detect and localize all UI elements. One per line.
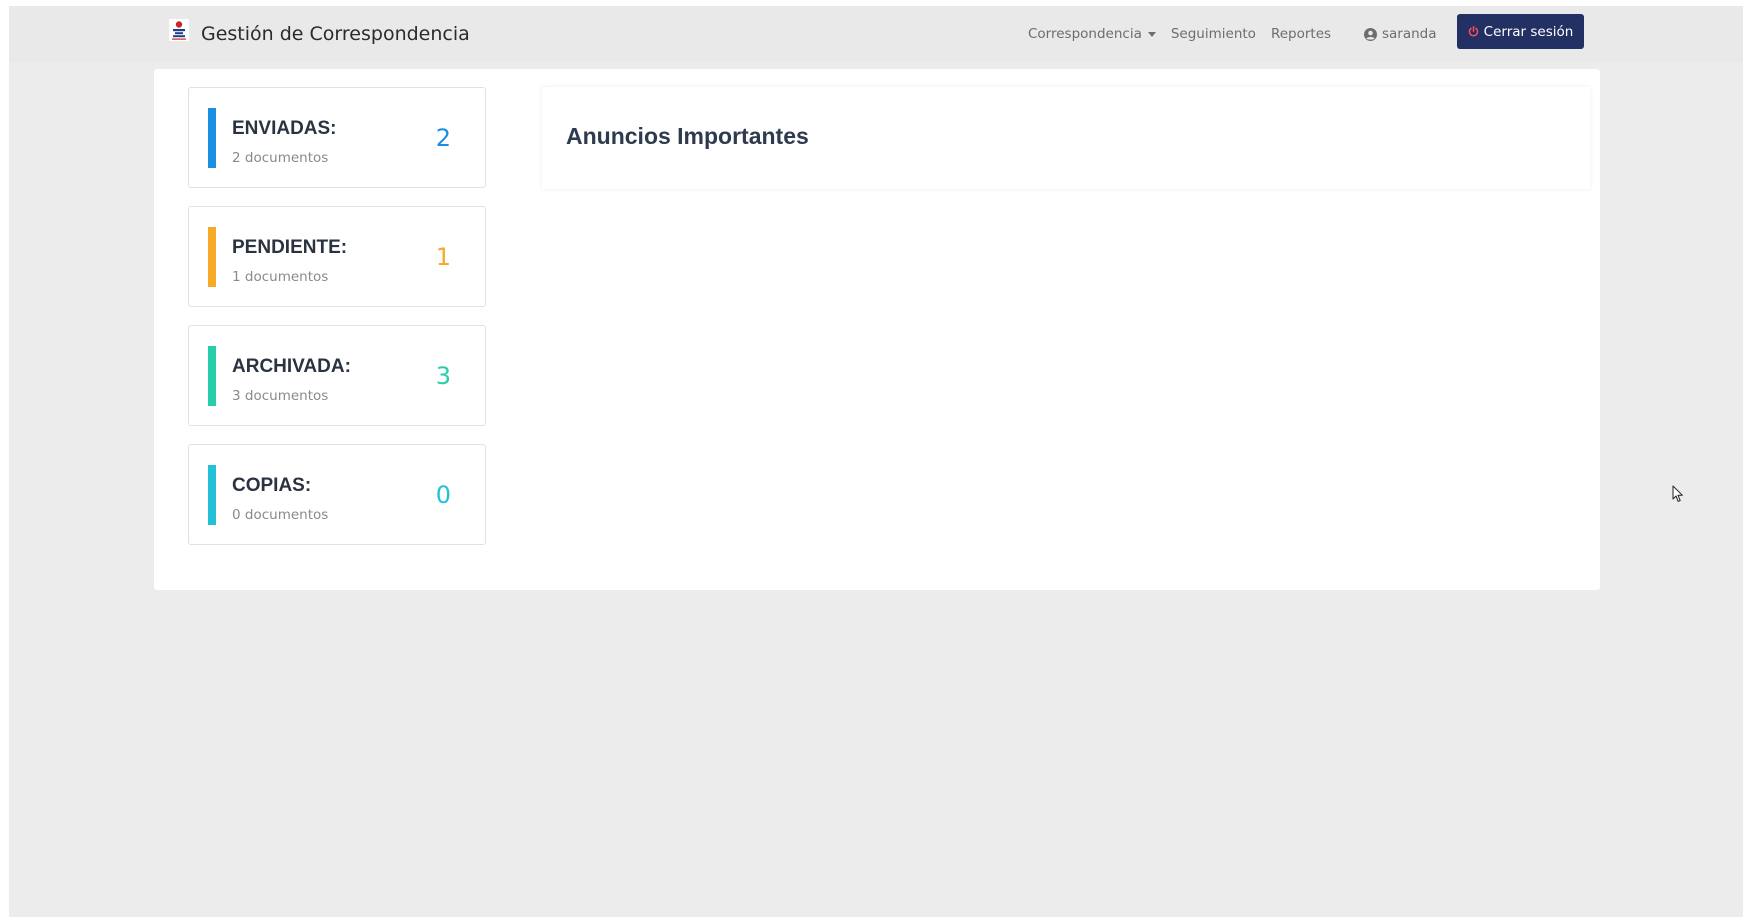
stat-color-bar	[208, 108, 216, 168]
user-name: saranda	[1382, 26, 1437, 42]
navbar: Gestión de Correspondencia Correspondenc…	[9, 6, 1743, 62]
main-card: ENVIADAS: 2 documentos 2 PENDIENTE: 1 do…	[154, 69, 1600, 590]
stat-title: COPIAS:	[232, 475, 312, 496]
user-circle-icon	[1364, 27, 1377, 41]
nav-reportes-link[interactable]: Reportes	[1271, 26, 1331, 42]
stat-subtitle: 0 documentos	[232, 507, 329, 523]
announcements-panel: Anuncios Importantes	[542, 87, 1590, 189]
stat-count: 2	[435, 124, 451, 152]
stat-card-enviadas[interactable]: ENVIADAS: 2 documentos 2	[188, 87, 486, 188]
nav-correspondencia-label: Correspondencia	[1028, 26, 1142, 42]
stat-color-bar	[208, 346, 216, 406]
brand[interactable]: Gestión de Correspondencia	[169, 6, 470, 62]
stat-title: ARCHIVADA:	[232, 356, 351, 377]
brand-title: Gestión de Correspondencia	[201, 23, 470, 45]
stat-color-bar	[208, 465, 216, 525]
nav-correspondencia-dropdown[interactable]: Correspondencia	[1028, 26, 1156, 42]
logo-icon	[169, 19, 189, 41]
stat-subtitle: 3 documentos	[232, 388, 329, 404]
stat-count: 1	[435, 243, 451, 271]
logout-button[interactable]: Cerrar sesión	[1457, 14, 1584, 49]
stat-subtitle: 1 documentos	[232, 269, 329, 285]
chevron-down-icon	[1147, 31, 1156, 37]
nav-seguimiento-link[interactable]: Seguimiento	[1171, 26, 1256, 42]
logout-label: Cerrar sesión	[1483, 23, 1574, 40]
power-icon	[1468, 26, 1478, 37]
app-frame: Gestión de Correspondencia Correspondenc…	[9, 6, 1743, 917]
stat-card-pendiente[interactable]: PENDIENTE: 1 documentos 1	[188, 206, 486, 307]
user-menu[interactable]: saranda	[1364, 6, 1437, 62]
stat-title: ENVIADAS:	[232, 118, 337, 139]
stat-title: PENDIENTE:	[232, 237, 348, 258]
stat-count: 0	[435, 481, 451, 509]
announcements-title: Anuncios Importantes	[566, 123, 809, 149]
stat-subtitle: 2 documentos	[232, 150, 329, 166]
nav-links: Correspondencia Seguimiento Reportes	[1028, 6, 1331, 62]
stat-card-archivada[interactable]: ARCHIVADA: 3 documentos 3	[188, 325, 486, 426]
stat-card-copias[interactable]: COPIAS: 0 documentos 0	[188, 444, 486, 545]
stat-count: 3	[435, 362, 451, 390]
mouse-cursor-icon	[1672, 485, 1683, 502]
stat-color-bar	[208, 227, 216, 287]
